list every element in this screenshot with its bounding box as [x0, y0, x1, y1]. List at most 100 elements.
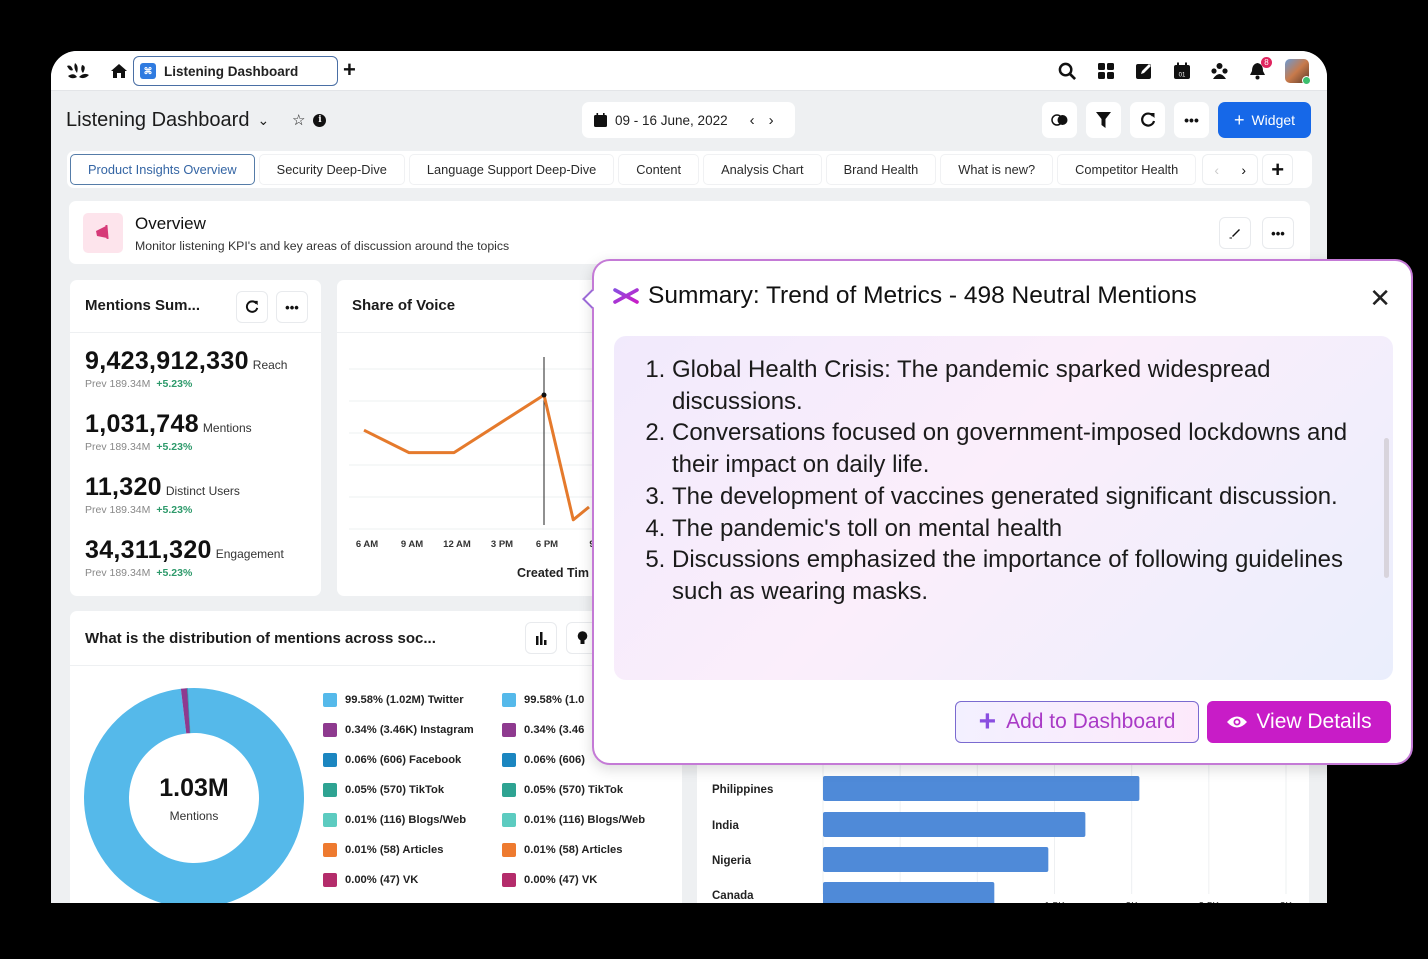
legend-swatch — [323, 843, 337, 857]
tab-competitor-health[interactable]: Competitor Health — [1057, 154, 1197, 185]
info-icon[interactable]: i — [313, 113, 327, 127]
tab-language-support-deep-dive[interactable]: Language Support Deep-Dive — [408, 154, 615, 185]
tab-product-insights-overview[interactable]: Product Insights Overview — [70, 154, 255, 185]
tab-what-is-new[interactable]: What is new? — [940, 154, 1054, 185]
tab-brand-health[interactable]: Brand Health — [825, 154, 937, 185]
legend-item[interactable]: 0.05% (570) TikTok — [323, 775, 474, 805]
legend-label: 0.34% (3.46 — [524, 724, 585, 736]
edit-button[interactable] — [1219, 217, 1251, 249]
compose-icon[interactable] — [1133, 61, 1154, 82]
user-avatar[interactable] — [1285, 59, 1311, 85]
legend-item[interactable]: 0.01% (58) Articles — [323, 835, 474, 865]
filter-button[interactable] — [1086, 102, 1121, 138]
browser-tab-label: Listening Dashboard — [164, 63, 299, 79]
metric-prev: Prev 189.34M — [85, 567, 151, 579]
close-icon[interactable]: ✕ — [1369, 285, 1391, 311]
x-tick-label: 2.5K — [1199, 901, 1220, 903]
legend-item[interactable]: 0.01% (58) Articles — [502, 835, 645, 865]
metric-engagement: 34,311,320 Engagement Prev 189.34M +5.23% — [85, 536, 284, 579]
star-icon[interactable]: ☆ — [292, 111, 305, 129]
refresh-widget-button[interactable] — [236, 291, 268, 323]
tabs-previous-icon[interactable]: ‹ — [1214, 162, 1219, 178]
legend-swatch — [502, 693, 516, 707]
toggle-view-button[interactable] — [1042, 102, 1077, 138]
dashboard-title[interactable]: Listening Dashboard ⌄ — [66, 109, 269, 132]
chevron-down-icon[interactable]: ⌄ — [257, 112, 269, 129]
pencil-icon — [1229, 229, 1240, 239]
view-details-label: View Details — [1256, 710, 1372, 733]
legend-item[interactable]: 0.06% (606) Facebook — [323, 745, 474, 775]
overview-actions: ••• — [1219, 217, 1294, 249]
browser-tab-listening-dashboard[interactable]: ⌘ Listening Dashboard — [133, 56, 338, 86]
x-tick-label: 6 AM — [356, 539, 378, 550]
toggle-icon — [1050, 114, 1067, 126]
mentions-summary-card: Mentions Sum... ••• 9,423,912,330 Reach P… — [70, 280, 321, 596]
apps-grid-icon[interactable] — [1095, 61, 1116, 82]
legend-swatch — [502, 813, 516, 827]
calendar-small-icon — [594, 113, 607, 127]
donut-center-label: Mentions — [170, 809, 219, 823]
legend-swatch — [323, 873, 337, 887]
app-logo-icon[interactable] — [65, 60, 91, 82]
mentions-summary-title: Mentions Sum... — [85, 297, 201, 314]
x-tick-label: 6 PM — [536, 539, 558, 550]
legend-item[interactable]: 0.34% (3.46K) Instagram — [323, 715, 474, 745]
date-range-picker[interactable]: 09 - 16 June, 2022 ‹ › — [582, 102, 795, 138]
refresh-icon — [1140, 112, 1155, 127]
sparkle-asterisk-icon — [613, 282, 639, 310]
x-tick-label: 9 AM — [401, 539, 423, 550]
tab-content[interactable]: Content — [618, 154, 700, 185]
legend-item[interactable]: 99.58% (1.02M) Twitter — [323, 685, 474, 715]
refresh-button[interactable] — [1130, 102, 1165, 138]
legend-item[interactable]: 0.00% (0) Reddit — [323, 895, 474, 903]
legend-item[interactable]: 0.00% (47) VK — [323, 865, 474, 895]
notification-badge: 8 — [1261, 56, 1272, 68]
legend-swatch — [323, 783, 337, 797]
new-tab-button[interactable]: + — [343, 59, 356, 81]
chart-type-button[interactable] — [525, 622, 557, 654]
next-date-icon[interactable]: › — [769, 112, 774, 129]
community-icon[interactable] — [1209, 61, 1230, 82]
legend-label: 0.05% (570) TikTok — [524, 784, 624, 796]
plus-icon: + — [978, 705, 997, 738]
summary-item: Global Health Crisis: The pandemic spark… — [672, 354, 1362, 417]
tabs-next-icon[interactable]: › — [1241, 162, 1246, 178]
legend-item[interactable]: 0.00% (47) VK — [502, 865, 645, 895]
widget-more-button[interactable]: ••• — [276, 291, 308, 323]
calendar-icon[interactable]: 01 — [1171, 61, 1192, 82]
add-widget-button[interactable]: + Widget — [1218, 102, 1311, 138]
title-actions: ☆ i — [292, 111, 327, 129]
summary-item: The development of vaccines generated si… — [672, 481, 1362, 513]
legend-label: 0.06% (606) Facebook — [345, 754, 462, 766]
summary-item: Conversations focused on government-impo… — [672, 417, 1362, 480]
legend-item[interactable]: 0.00% (0) Reddit — [502, 895, 645, 903]
legend-swatch — [323, 723, 337, 737]
metric-change: +5.23% — [156, 567, 193, 579]
notifications-bell-icon[interactable]: 8 — [1247, 56, 1272, 82]
home-icon[interactable] — [109, 61, 129, 81]
metric-value: 34,311,320 — [85, 536, 212, 564]
view-details-button[interactable]: View Details — [1207, 701, 1391, 743]
x-tick-label: 12 AM — [443, 539, 471, 550]
legend-item[interactable]: 0.01% (116) Blogs/Web — [323, 805, 474, 835]
divider — [70, 665, 682, 666]
refresh-icon — [245, 300, 259, 313]
summary-list: Global Health Crisis: The pandemic spark… — [642, 354, 1362, 608]
metric-prev: Prev 189.34M — [85, 378, 151, 390]
plus-icon: + — [1233, 109, 1245, 130]
more-options-button[interactable]: ••• — [1174, 102, 1209, 138]
search-icon[interactable] — [1057, 61, 1078, 82]
metric-distinct-users: 11,320 Distinct Users Prev 189.34M +5.23% — [85, 473, 240, 516]
legend-item[interactable]: 0.01% (116) Blogs/Web — [502, 805, 645, 835]
svg-text:01: 01 — [1178, 73, 1185, 79]
legend-item[interactable]: 0.05% (570) TikTok — [502, 775, 645, 805]
add-tab-button[interactable]: + — [1262, 154, 1294, 185]
x-tick-label: 2K — [1126, 901, 1139, 903]
tab-security-deep-dive[interactable]: Security Deep-Dive — [258, 154, 405, 185]
summary-scrollbar[interactable] — [1384, 438, 1389, 578]
metric-mentions: 1,031,748 Mentions Prev 189.34M +5.23% — [85, 410, 252, 453]
add-to-dashboard-button[interactable]: + Add to Dashboard — [955, 701, 1199, 743]
tab-analysis-chart[interactable]: Analysis Chart — [703, 154, 822, 185]
previous-date-icon[interactable]: ‹ — [750, 112, 755, 129]
overview-more-button[interactable]: ••• — [1262, 217, 1294, 249]
